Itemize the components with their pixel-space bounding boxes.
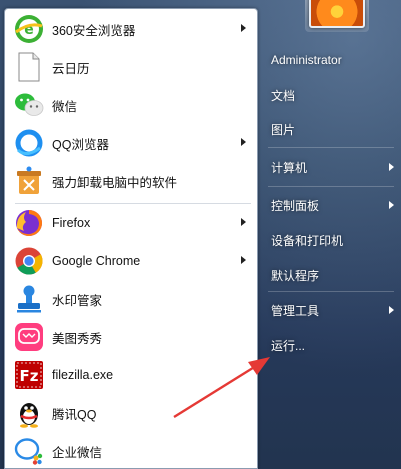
annotation-arrow-icon (173, 357, 270, 419)
